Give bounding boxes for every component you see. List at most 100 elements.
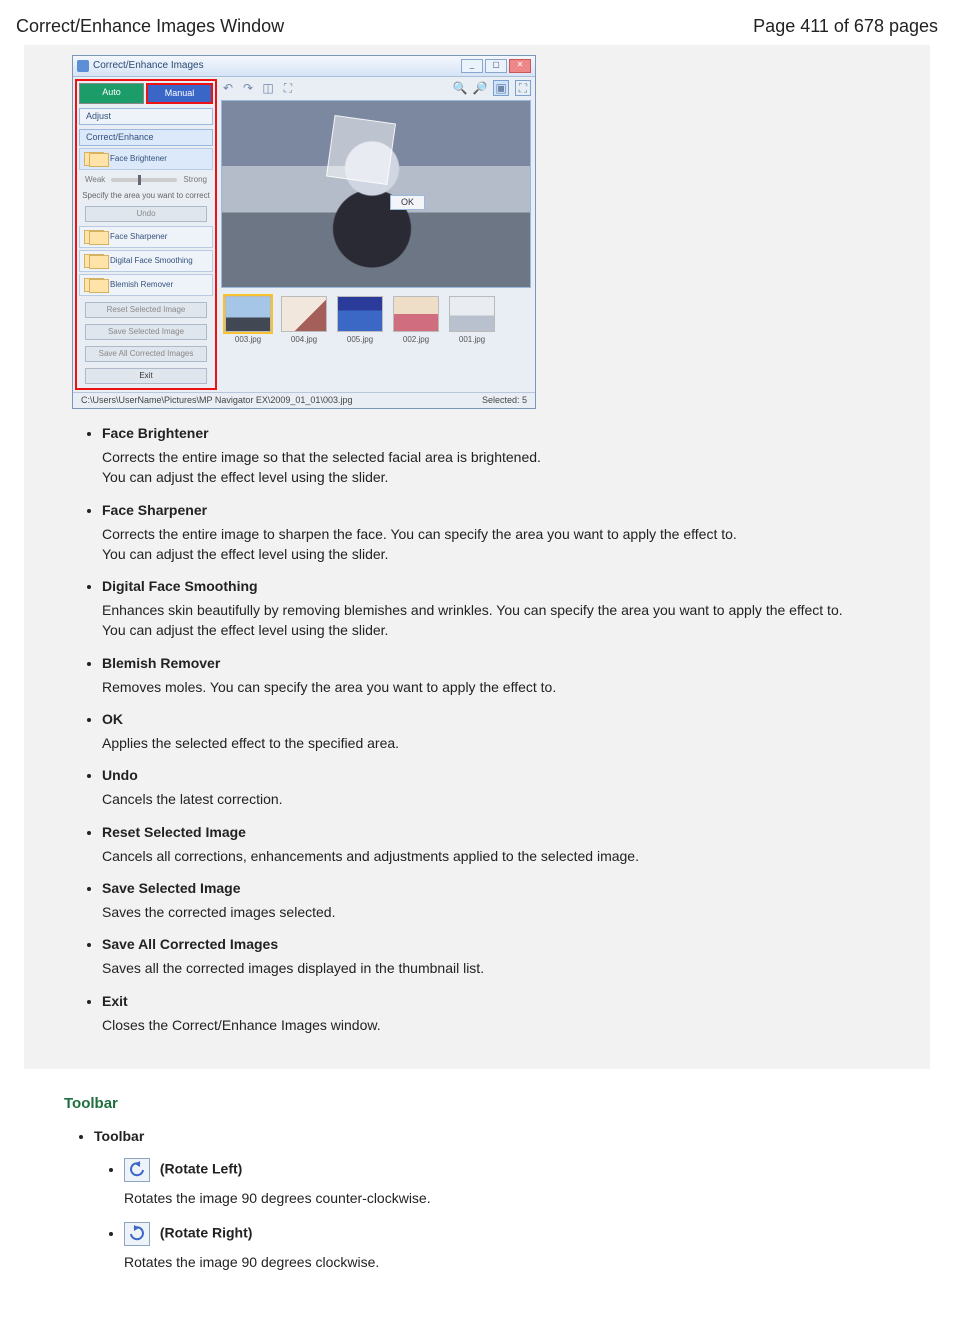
app-icon	[77, 60, 89, 72]
description: Saves the corrected images selected.	[102, 902, 890, 922]
exit-button[interactable]: Exit	[85, 368, 207, 384]
thumbnail[interactable]	[393, 296, 439, 332]
right-panel: ↶ ↷ ◫ ⛶ 🔍 🔎 ▣ ⛶ OK	[219, 77, 535, 392]
list-item: Undo Cancels the latest correction.	[102, 767, 890, 809]
effect-slider-row: Weak Strong	[79, 172, 213, 188]
term: Undo	[102, 767, 138, 783]
app-window: Correct/Enhance Images _ ▢ ✕ Auto Manual…	[72, 55, 536, 409]
status-bar: C:\Users\UserName\Pictures\MP Navigator …	[73, 392, 535, 408]
thumbnail[interactable]	[281, 296, 327, 332]
fullscreen-icon[interactable]: ⛶	[515, 80, 531, 96]
thumbnail[interactable]	[449, 296, 495, 332]
list-item: Save Selected Image Saves the corrected i…	[102, 880, 890, 922]
blemish-remover-item[interactable]: Blemish Remover	[79, 274, 213, 296]
thumbnail-label: 002.jpg	[403, 336, 429, 344]
description: Removes moles. You can specify the area …	[102, 677, 890, 697]
term: Toolbar	[94, 1128, 144, 1144]
description: Rotates the image 90 degrees clockwise.	[124, 1252, 938, 1272]
undo-button[interactable]: Undo	[85, 206, 207, 222]
tab-adjust[interactable]: Adjust	[79, 108, 213, 125]
content-band: Correct/Enhance Images _ ▢ ✕ Auto Manual…	[24, 45, 930, 1069]
face-sharpener-label: Face Sharpener	[110, 233, 167, 241]
ok-button[interactable]: OK	[390, 195, 425, 210]
page-header: Correct/Enhance Images Window Page 411 o…	[16, 16, 938, 37]
status-selected-count: Selected: 5	[482, 396, 527, 405]
rotate-left-icon	[124, 1158, 150, 1182]
blemish-remover-icon	[84, 278, 104, 292]
description: Enhances skin beautifully by removing bl…	[102, 600, 890, 641]
face-brightener-icon	[84, 152, 104, 166]
strong-label: Strong	[183, 176, 207, 184]
thumbnail-label: 004.jpg	[291, 336, 317, 344]
rotate-right-icon[interactable]: ↷	[241, 81, 255, 95]
minimize-button[interactable]: _	[461, 59, 483, 73]
list-item: Digital Face Smoothing Enhances skin beau…	[102, 578, 890, 641]
list-item: Save All Corrected Images Saves all the c…	[102, 936, 890, 978]
rotate-right-icon	[124, 1222, 150, 1246]
list-item: Face Brightener Corrects the entire image…	[102, 425, 890, 488]
weak-label: Weak	[85, 176, 105, 184]
crop-icon[interactable]: ⛶	[281, 81, 295, 95]
close-button[interactable]: ✕	[509, 59, 531, 73]
list-item: (Rotate Left) Rotates the image 90 degre…	[124, 1158, 938, 1208]
toolbar-sublist: (Rotate Left) Rotates the image 90 degre…	[94, 1158, 938, 1273]
digital-face-smoothing-item[interactable]: Digital Face Smoothing	[79, 250, 213, 272]
tab-correct-enhance[interactable]: Correct/Enhance	[79, 129, 213, 146]
thumbnail[interactable]	[225, 296, 271, 332]
face-brightener-item[interactable]: Face Brightener	[79, 148, 213, 170]
thumbnail-label: 005.jpg	[347, 336, 373, 344]
list-item: Face SharpenerCorrects the entire image …	[102, 502, 890, 565]
thumbnail-label: 001.jpg	[459, 336, 485, 344]
mode-auto-tab[interactable]: Auto	[79, 83, 144, 104]
term: Blemish Remover	[102, 655, 220, 671]
list-item: Exit Closes the Correct/Enhance Images wi…	[102, 993, 890, 1035]
term: Save All Corrected Images	[102, 936, 278, 952]
term: Reset Selected Image	[102, 824, 246, 840]
list-item: Blemish Remover Removes moles. You can sp…	[102, 655, 890, 697]
list-item: OKApplies the selected effect to the spe…	[102, 711, 890, 753]
description: Corrects the entire image to sharpen the…	[102, 524, 890, 565]
face-sharpener-icon	[84, 230, 104, 244]
digital-face-smoothing-icon	[84, 254, 104, 268]
description: Closes the Correct/Enhance Images window…	[102, 1015, 890, 1035]
image-preview[interactable]: OK	[221, 100, 531, 288]
left-panel: Auto Manual Adjust Correct/Enhance Face …	[75, 79, 217, 390]
selection-rectangle[interactable]	[326, 115, 396, 185]
window-title: Correct/Enhance Images	[93, 61, 461, 71]
description: Applies the selected effect to the speci…	[102, 733, 890, 753]
term: Face Brightener	[102, 425, 209, 441]
save-all-corrected-images-button[interactable]: Save All Corrected Images	[85, 346, 207, 362]
toolbar-list: Toolbar (Rotate Left) Rotates the image …	[64, 1128, 938, 1273]
description: Cancels the latest correction.	[102, 789, 890, 809]
definition-list: Face Brightener Corrects the entire image…	[72, 425, 890, 1035]
term: Save Selected Image	[102, 880, 241, 896]
list-item: Reset Selected ImageCancels all correcti…	[102, 824, 890, 866]
zoom-out-icon[interactable]: 🔎	[473, 81, 487, 95]
digital-face-smoothing-label: Digital Face Smoothing	[110, 257, 193, 265]
specify-area-instruction: Specify the area you want to correct	[79, 190, 213, 202]
status-path: C:\Users\UserName\Pictures\MP Navigator …	[81, 396, 352, 405]
maximize-button[interactable]: ▢	[485, 59, 507, 73]
compare-icon[interactable]: ◫	[261, 81, 275, 95]
window-controls: _ ▢ ✕	[461, 59, 531, 73]
thumbnail[interactable]	[337, 296, 383, 332]
face-brightener-label: Face Brightener	[110, 155, 167, 163]
rotate-right-label: (Rotate Right)	[160, 1225, 253, 1241]
rotate-left-label: (Rotate Left)	[160, 1161, 242, 1177]
description: Saves all the corrected images displayed…	[102, 958, 890, 978]
fit-window-icon[interactable]: ▣	[493, 80, 509, 96]
description: Corrects the entire image so that the se…	[102, 447, 890, 488]
thumbnail-strip: 003.jpg 004.jpg 005.jpg 002.jpg 001.jpg	[221, 288, 531, 348]
rotate-left-icon[interactable]: ↶	[221, 81, 235, 95]
list-item: (Rotate Right) Rotates the image 90 degr…	[124, 1222, 938, 1272]
term: Digital Face Smoothing	[102, 578, 258, 594]
effect-slider[interactable]	[111, 178, 177, 182]
titlebar: Correct/Enhance Images _ ▢ ✕	[73, 56, 535, 77]
zoom-in-icon[interactable]: 🔍	[453, 81, 467, 95]
face-sharpener-item[interactable]: Face Sharpener	[79, 226, 213, 248]
reset-selected-image-button[interactable]: Reset Selected Image	[85, 302, 207, 318]
page-title: Correct/Enhance Images Window	[16, 16, 284, 37]
mode-manual-tab[interactable]: Manual	[146, 83, 213, 104]
term: Exit	[102, 993, 128, 1009]
save-selected-image-button[interactable]: Save Selected Image	[85, 324, 207, 340]
